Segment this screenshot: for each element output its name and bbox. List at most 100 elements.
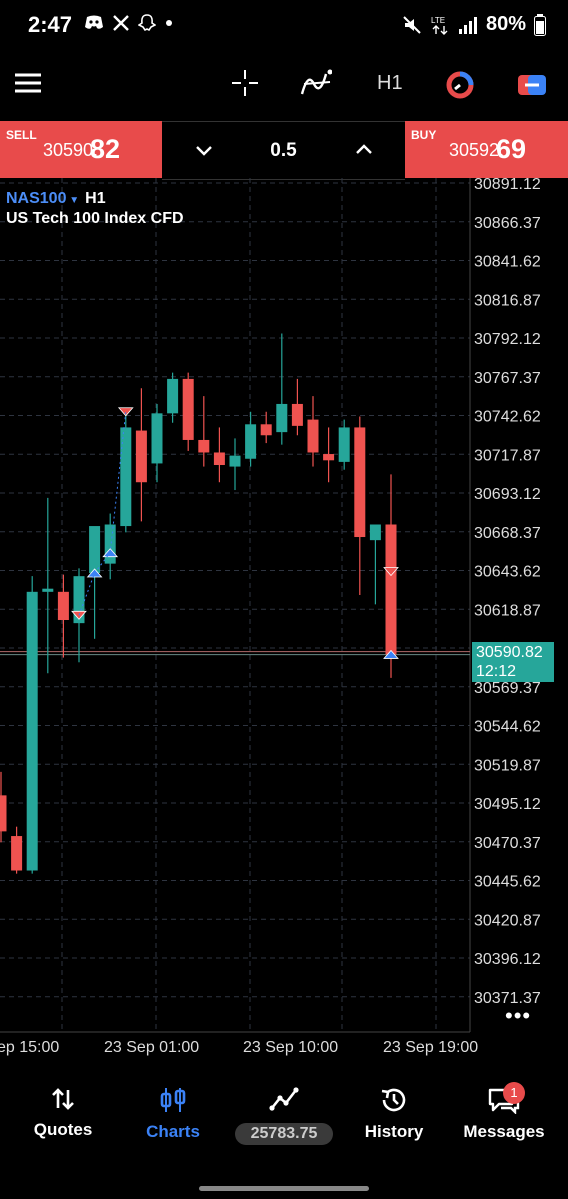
candle-body [151, 413, 163, 464]
y-tick-label: 30495.12 [474, 796, 541, 813]
candle-body [323, 454, 335, 461]
crosshair-icon[interactable] [230, 68, 260, 98]
price-chart[interactable]: 30891.12 30866.37 30841.62 30816.87 30792.12… [0, 178, 568, 1060]
y-tick-label: 30445.62 [474, 874, 541, 891]
candle-body [89, 526, 101, 574]
y-tick-label: 30891.12 [474, 178, 541, 193]
trade-graph-icon [269, 1087, 299, 1111]
current-price-tag: 30590.82 12:12 [472, 642, 554, 682]
y-tick-label: 30420.87 [474, 912, 541, 929]
nav-charts[interactable]: Charts [118, 1078, 228, 1142]
symbol-header[interactable]: NAS100 ▼ H1 [6, 190, 106, 208]
y-tick-label: 30618.87 [474, 602, 541, 619]
bar-countdown: 12:12 [476, 663, 517, 680]
switch-icon[interactable] [516, 72, 548, 98]
buy-button[interactable]: BUY 30592. 69 [405, 121, 568, 178]
symbol-timeframe: H1 [85, 190, 106, 207]
more-options-icon[interactable]: ••• [505, 1003, 531, 1029]
candle-body [213, 452, 225, 466]
dot-icon [166, 20, 172, 26]
chevron-up-icon[interactable] [354, 140, 374, 160]
quotes-icon [52, 1088, 74, 1110]
candle-body [354, 427, 366, 538]
nav-trade[interactable] [229, 1078, 339, 1112]
one-click-trade-bar: SELL 30590. 82 0.5 BUY 30592. 69 [0, 121, 568, 180]
candle-body [245, 424, 257, 459]
y-tick-label: 30693.12 [474, 486, 541, 503]
symbol-name[interactable]: NAS100 [6, 190, 66, 207]
y-tick-label: 30841.62 [474, 254, 541, 271]
y-tick-label: 30396.12 [474, 951, 541, 968]
charts-icon [160, 1088, 186, 1112]
candle-body [167, 378, 179, 414]
indicators-icon[interactable] [300, 68, 332, 98]
candle-body [369, 524, 381, 541]
x-tick-label: 23 Sep 01:00 [104, 1039, 199, 1056]
current-price: 30590.82 [476, 644, 543, 661]
symbol-description: US Tech 100 Index CFD [6, 210, 184, 227]
y-tick-label: 30470.37 [474, 835, 541, 852]
sell-label: SELL [6, 128, 37, 142]
y-tick-label: 30717.87 [474, 447, 541, 464]
sell-arrow [117, 407, 134, 417]
y-tick-label: 30792.12 [474, 331, 541, 348]
account-balance[interactable]: 25783.75 [235, 1123, 333, 1145]
y-tick-label: 30544.62 [474, 719, 541, 736]
trade-icon[interactable] [445, 70, 475, 100]
candle-body [42, 588, 54, 592]
sell-price-big: 82 [90, 134, 121, 164]
history-icon [381, 1088, 406, 1112]
status-icons-left [84, 14, 174, 32]
candle-body [291, 403, 303, 426]
candle-body [338, 427, 350, 462]
lte-icon: LTE [431, 16, 448, 35]
menu-icon[interactable] [14, 72, 42, 94]
bottom-navigation: Quotes Charts History Messages [0, 1078, 568, 1158]
y-tick-label: 30569.37 [474, 680, 541, 697]
candle-body [276, 403, 288, 433]
candle-body [135, 430, 147, 483]
messages-badge: 1 [503, 1082, 525, 1104]
nav-quotes[interactable]: Quotes [8, 1078, 118, 1140]
y-tick-label: 30643.62 [474, 564, 541, 581]
nav-charts-label: Charts [146, 1122, 200, 1141]
candle-body [198, 439, 210, 453]
chart-toolbar [0, 52, 568, 120]
x-icon [113, 15, 129, 31]
candle-body [26, 591, 38, 871]
status-time: 2:47 [28, 12, 73, 37]
candle-body [57, 591, 69, 621]
buy-label: BUY [411, 128, 437, 142]
nav-messages-label: Messages [463, 1122, 545, 1141]
nav-history[interactable]: History [339, 1078, 449, 1142]
status-icons-right: LTE 80% [402, 13, 546, 36]
battery-icon [534, 13, 546, 36]
y-tick-label: 30742.62 [474, 409, 541, 426]
mute-icon [403, 15, 421, 34]
nav-history-label: History [364, 1122, 424, 1141]
candle-body [104, 524, 116, 564]
trade-connector [78, 411, 127, 616]
status-bar: 2:47 LTE 80% [0, 0, 568, 52]
candle-body [0, 795, 7, 832]
buy-price-big: 69 [496, 134, 527, 164]
candle-body [307, 419, 319, 453]
x-tick-label: 23 Sep 10:00 [243, 1039, 338, 1056]
y-tick-label: 30519.87 [474, 757, 541, 774]
y-tick-label: 30767.37 [474, 370, 541, 387]
candle-body [229, 455, 241, 467]
candle-body [182, 378, 194, 440]
signal-icon [458, 16, 477, 34]
discord-icon [85, 15, 103, 29]
candle-body [11, 836, 23, 871]
snapchat-icon [138, 14, 156, 32]
home-indicator[interactable] [199, 1186, 369, 1191]
volume-selector: 0.5 [162, 121, 405, 180]
battery-percent: 80% [485, 13, 526, 35]
x-tick-label: 23 Sep 19:00 [383, 1039, 478, 1056]
sell-button[interactable]: SELL 30590. 82 [0, 121, 162, 178]
candle-body [260, 424, 272, 436]
nav-quotes-label: Quotes [33, 1120, 93, 1139]
timeframe-button[interactable]: H1 [377, 72, 403, 95]
y-tick-label: 30668.37 [474, 525, 541, 542]
